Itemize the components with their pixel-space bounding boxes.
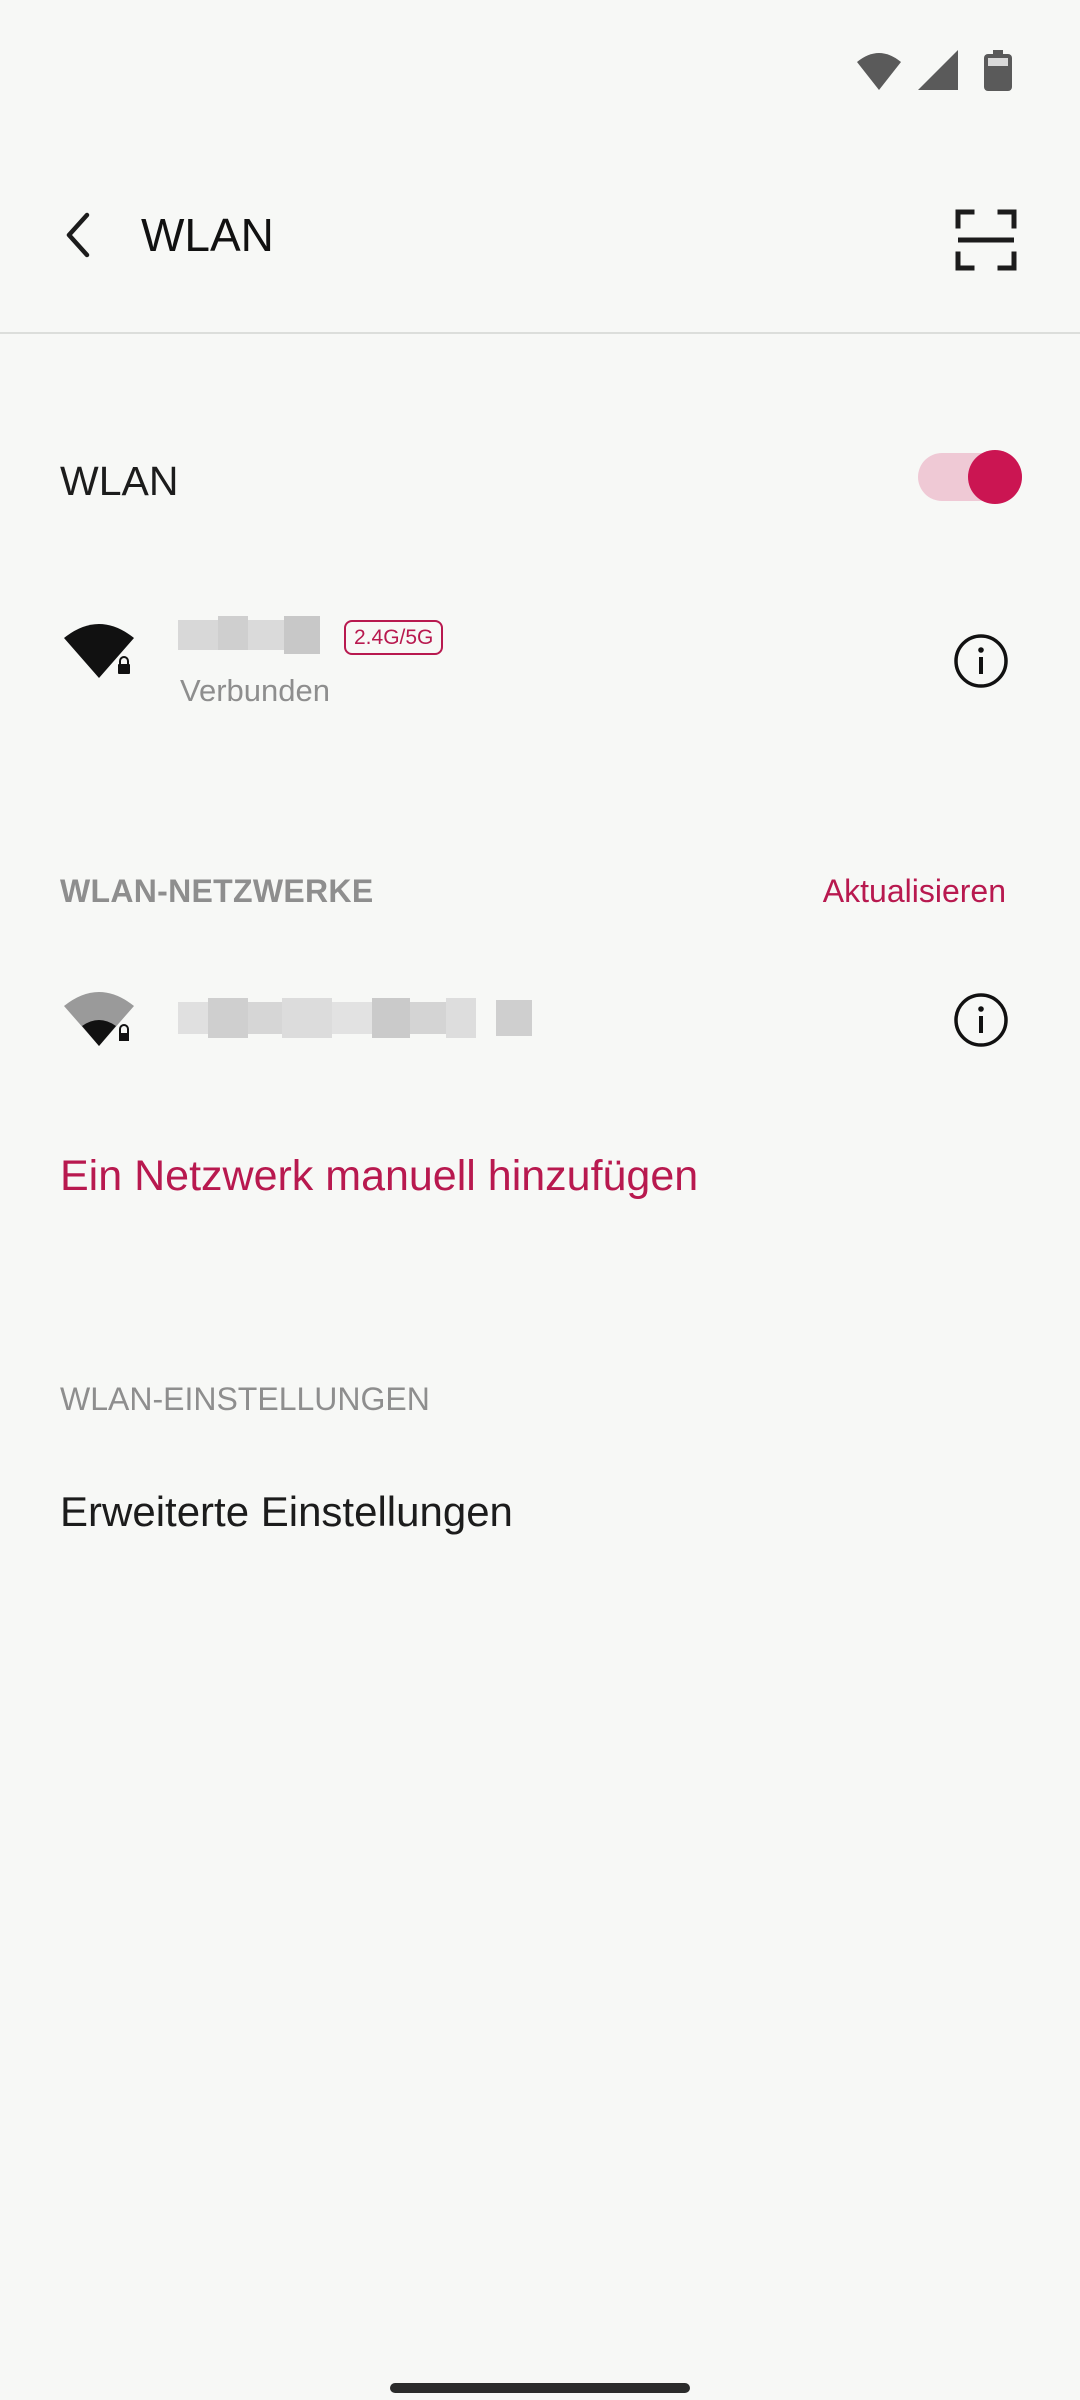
info-icon[interactable] (952, 991, 1010, 1049)
battery-icon (984, 50, 1012, 91)
cell-signal-icon (918, 50, 958, 90)
qr-scan-icon (955, 209, 1017, 271)
wlan-settings-header: WLAN-EINSTELLUNGEN (60, 1381, 430, 1417)
app-bar: WLAN (0, 140, 1080, 333)
wlan-toggle-row[interactable]: WLAN (0, 420, 1080, 540)
wifi-weak-lock-icon (64, 992, 134, 1046)
chevron-left-icon (66, 212, 90, 258)
toggle-thumb (968, 450, 1022, 504)
app-bar-divider (0, 332, 1080, 334)
qr-scan-button[interactable] (946, 200, 1026, 280)
refresh-button[interactable]: Aktualisieren (823, 873, 1006, 910)
connection-status: Verbunden (180, 673, 330, 708)
status-bar (0, 0, 1080, 140)
wlan-toggle-switch[interactable] (918, 450, 1022, 504)
info-icon[interactable] (952, 632, 1010, 690)
network-list-item[interactable] (0, 970, 1080, 1070)
wifi-icon (857, 53, 901, 90)
back-button[interactable] (44, 200, 114, 270)
advanced-settings-item[interactable]: Erweiterte Einstellungen (60, 1488, 513, 1536)
networks-section-header: WLAN-NETZWERKE (60, 873, 374, 909)
gesture-nav-handle[interactable] (390, 2383, 690, 2393)
wifi-full-lock-icon (64, 624, 134, 678)
wlan-settings-screen: WLAN WLAN 2.4G/5G Verbunden WLAN-NETZWER… (0, 0, 1080, 2400)
page-title: WLAN (141, 209, 274, 261)
band-badge: 2.4G/5G (344, 620, 444, 655)
wlan-toggle-label: WLAN (60, 458, 179, 504)
add-network-button[interactable]: Ein Netzwerk manuell hinzufügen (60, 1152, 698, 1201)
connected-network-row[interactable]: 2.4G/5G Verbunden (0, 590, 1080, 720)
